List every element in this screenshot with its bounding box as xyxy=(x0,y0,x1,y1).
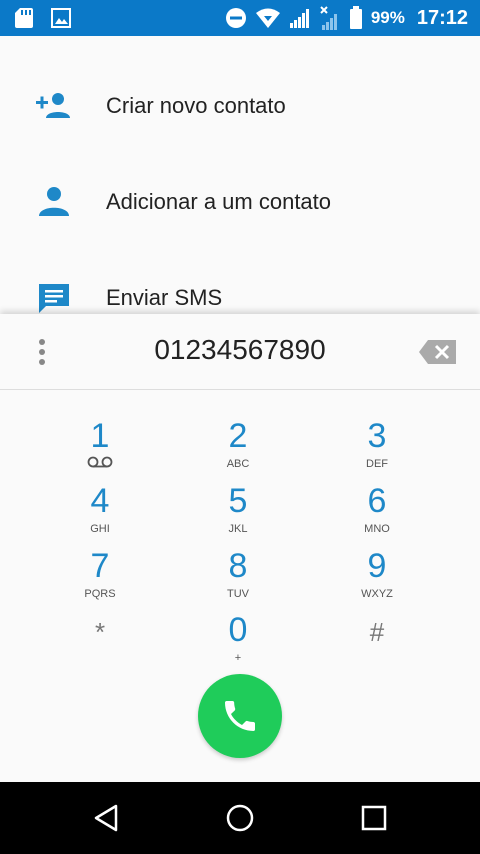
key-digit: 6 xyxy=(367,482,387,520)
wifi-icon xyxy=(255,8,280,28)
create-contact-label: Criar novo contato xyxy=(106,93,286,118)
recents-icon[interactable] xyxy=(358,802,390,834)
battery-percent: 99% xyxy=(370,8,405,27)
message-icon xyxy=(39,284,69,313)
key-3[interactable]: 3 DEF xyxy=(317,418,437,478)
phone-icon xyxy=(225,701,255,731)
add-to-contact-item[interactable]: Adicionar a um contato xyxy=(0,154,480,250)
sd-card-icon xyxy=(15,8,33,28)
key-8[interactable]: 8 TUV xyxy=(178,548,298,608)
signal-icon xyxy=(289,9,309,28)
key-letters: PQRS xyxy=(84,588,116,600)
key-4[interactable]: 4 GHI xyxy=(40,483,160,543)
voicemail-icon xyxy=(87,456,113,468)
do-not-disturb-icon xyxy=(225,8,246,28)
key-letters: MNO xyxy=(364,523,390,535)
key-letters: TUV xyxy=(227,588,249,600)
key-digit: 7 xyxy=(90,547,110,585)
digits-row: 01234567890 xyxy=(0,314,480,390)
key-1[interactable]: 1 xyxy=(40,418,160,478)
key-star[interactable]: * xyxy=(40,614,160,674)
key-letters: DEF xyxy=(366,458,388,470)
key-digit: 8 xyxy=(228,547,248,585)
key-digit: 2 xyxy=(228,417,248,455)
key-letters: ABC xyxy=(226,458,250,470)
key-6[interactable]: 6 MNO xyxy=(317,483,437,543)
key-9[interactable]: 9 WXYZ xyxy=(317,548,437,608)
clock: 17:12 xyxy=(416,6,468,29)
add-to-contact-label: Adicionar a um contato xyxy=(106,189,332,214)
key-digit: 4 xyxy=(90,482,110,520)
send-sms-label: Enviar SMS xyxy=(106,285,223,310)
key-digit: * xyxy=(94,617,106,647)
home-icon[interactable] xyxy=(224,802,256,834)
navigation-bar xyxy=(0,782,480,854)
key-7[interactable]: 7 PQRS xyxy=(40,548,160,608)
key-letters: GHI xyxy=(90,523,110,535)
key-plus: + xyxy=(234,652,242,664)
key-digit: 9 xyxy=(367,547,387,585)
call-button[interactable] xyxy=(198,674,282,758)
overflow-menu-icon[interactable] xyxy=(26,336,58,368)
key-digit: # xyxy=(369,617,385,647)
key-digit: 0 xyxy=(228,611,248,649)
back-icon[interactable] xyxy=(90,802,122,834)
battery-icon xyxy=(349,6,362,29)
backspace-icon[interactable] xyxy=(418,338,458,366)
key-digit: 5 xyxy=(228,482,248,520)
status-bar: 99% 17:12 xyxy=(0,0,480,36)
key-5[interactable]: 5 JKL xyxy=(178,483,298,543)
signal-no-data-icon xyxy=(320,6,337,30)
dialed-number[interactable]: 01234567890 xyxy=(80,334,400,366)
person-icon xyxy=(39,187,69,216)
key-hash[interactable]: # xyxy=(317,614,437,674)
key-letters: WXYZ xyxy=(361,588,393,600)
key-0[interactable]: 0 + xyxy=(178,612,298,672)
key-digit: 3 xyxy=(367,417,387,455)
action-list: Criar novo contato Adicionar a um contat… xyxy=(0,36,480,316)
dialpad: 01234567890 1 2 ABC 3 DEF 4 GHI 5 JKL 6 … xyxy=(0,314,480,782)
key-digit: 1 xyxy=(90,417,110,455)
create-contact-item[interactable]: Criar novo contato xyxy=(0,58,480,154)
add-contact-icon xyxy=(36,93,70,118)
key-letters: JKL xyxy=(228,523,248,535)
image-icon xyxy=(51,8,71,28)
key-2[interactable]: 2 ABC xyxy=(178,418,298,478)
